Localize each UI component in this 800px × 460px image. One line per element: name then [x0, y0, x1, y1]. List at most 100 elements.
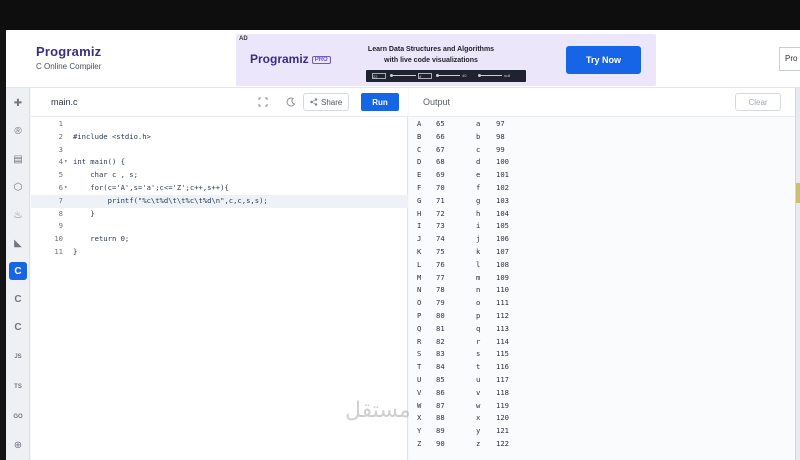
go-icon[interactable]: GO [9, 408, 27, 426]
site-header: Programiz C Online Compiler AD Programiz… [6, 30, 800, 88]
fold-arrow-icon[interactable]: ▾ [64, 182, 68, 195]
output-console[interactable]: A 65 a 97 B 66 b 98 C 67 c 99 D 68 d 100 E 69 e 101 F 70 f 102 G… [409, 118, 795, 451]
line-number: 5 [58, 170, 63, 180]
output-value: 75 [436, 246, 445, 256]
code-line-active: 7 printf("%c\t%d\t\t%c\t%d\n",c,c,s,s); [31, 194, 408, 208]
ad-link-line [392, 75, 416, 76]
output-value: 116 [496, 362, 509, 372]
output-value: v [476, 387, 481, 397]
code-line: 4 ▾ int main() { [31, 156, 408, 169]
run-button[interactable]: Run [361, 93, 399, 111]
output-value: d [476, 157, 481, 167]
output-value: n [476, 285, 481, 295]
share-icon [310, 98, 318, 106]
code-text: printf("%c\t%d\t\t%c\t%d\n",c,c,s,s); [73, 195, 268, 205]
output-value: 115 [496, 349, 509, 359]
ad-banner[interactable]: AD Programiz PRO Learn Data Structures an… [236, 34, 656, 86]
code-line: 10 return 0; [31, 233, 408, 246]
java-icon[interactable]: ♨ [9, 206, 27, 224]
cpp-icon[interactable]: C [9, 290, 27, 308]
output-value: 100 [496, 157, 509, 167]
pro-button[interactable]: Pro [779, 47, 800, 71]
js-icon[interactable]: JS [9, 348, 27, 366]
ad-logo: Programiz PRO [250, 52, 331, 66]
output-value: s [476, 349, 481, 359]
output-value: 112 [496, 310, 509, 320]
line-number: 8 [58, 208, 63, 218]
output-value: k [476, 246, 481, 256]
file-tab[interactable]: main.c [51, 97, 78, 107]
code-line: 3 [31, 144, 408, 157]
page-scrollbar[interactable] [795, 88, 800, 460]
line-number: 9 [58, 221, 63, 231]
output-value: I [417, 221, 422, 231]
output-value: 122 [496, 438, 509, 448]
scrollbar-thumb[interactable] [796, 183, 800, 203]
share-button[interactable]: Share [303, 93, 350, 111]
output-value: W [417, 400, 422, 410]
output-value: 83 [436, 349, 445, 359]
ad-node: 40 [462, 73, 476, 79]
html-icon[interactable]: ⬡ [9, 178, 27, 196]
output-value: 89 [436, 426, 445, 436]
php-icon[interactable]: ⊕ [9, 436, 27, 454]
output-value: 111 [496, 298, 509, 308]
ts-icon[interactable]: TS [9, 378, 27, 396]
r-icon[interactable]: ® [9, 122, 27, 140]
ad-visualization-strip: 22 4 40 null [366, 70, 526, 82]
output-value: m [476, 272, 481, 282]
output-value: 121 [496, 426, 509, 436]
sql-icon[interactable]: ▤ [9, 150, 27, 168]
output-value: 104 [496, 208, 509, 218]
output-value: H [417, 208, 422, 218]
output-line: J 74 j 106 [409, 233, 795, 246]
output-line: O 79 o 111 [409, 297, 795, 310]
output-value: w [476, 400, 481, 410]
csharp-icon[interactable]: C [9, 318, 27, 336]
output-value: K [417, 246, 422, 256]
line-number: 6 [58, 182, 63, 192]
fold-arrow-icon[interactable]: ▾ [64, 156, 68, 169]
output-value: 85 [436, 374, 445, 384]
output-line: C 67 c 99 [409, 144, 795, 157]
output-value: 120 [496, 413, 509, 423]
output-value: 108 [496, 259, 509, 269]
ad-headline-line1: Learn Data Structures and Algorithms [367, 46, 495, 53]
ad-link-line [438, 75, 460, 76]
output-value: 78 [436, 285, 445, 295]
python-icon[interactable]: ✚ [9, 94, 27, 112]
output-line: G 71 g 103 [409, 195, 795, 208]
kotlin-icon[interactable]: ◣ [9, 234, 27, 252]
clear-button[interactable]: Clear [735, 93, 781, 111]
output-value: h [476, 208, 481, 218]
output-value: u [476, 374, 481, 384]
output-value: A [417, 119, 422, 128]
try-now-button[interactable]: Try Now [566, 46, 641, 74]
output-value: 81 [436, 323, 445, 333]
theme-moon-icon[interactable] [281, 93, 301, 111]
code-area[interactable]: 1 2 #include <stdio.h> 3 4 ▾ int main() { 5… [31, 118, 408, 259]
programiz-logo[interactable]: Programiz [36, 44, 101, 59]
ad-tag: AD [239, 36, 248, 42]
output-line: L 76 l 108 [409, 259, 795, 272]
output-value: 87 [436, 400, 445, 410]
output-value: 84 [436, 362, 445, 372]
output-value: N [417, 285, 422, 295]
ad-node: 4 [418, 73, 432, 79]
output-value: 114 [496, 336, 509, 346]
code-text: int main() { [73, 157, 125, 167]
code-text: #include <stdio.h> [73, 131, 151, 141]
language-rail: ✚ ® ▤ ⬡ ♨ ◣ C C C JS TS GO ⊕ [6, 88, 30, 460]
output-line: M 77 m 109 [409, 272, 795, 285]
output-value: 77 [436, 272, 445, 282]
ad-headline-line2: with live code visualizations [384, 57, 478, 64]
output-line: Y 89 y 121 [409, 425, 795, 438]
fullscreen-icon[interactable] [253, 93, 273, 111]
output-value: 117 [496, 374, 509, 384]
brand[interactable]: Programiz C Online Compiler [36, 44, 101, 71]
c-icon[interactable]: C [9, 262, 27, 280]
output-value: 69 [436, 170, 445, 180]
output-value: r [476, 336, 481, 346]
output-value: 80 [436, 310, 445, 320]
output-line: B 66 b 98 [409, 131, 795, 144]
